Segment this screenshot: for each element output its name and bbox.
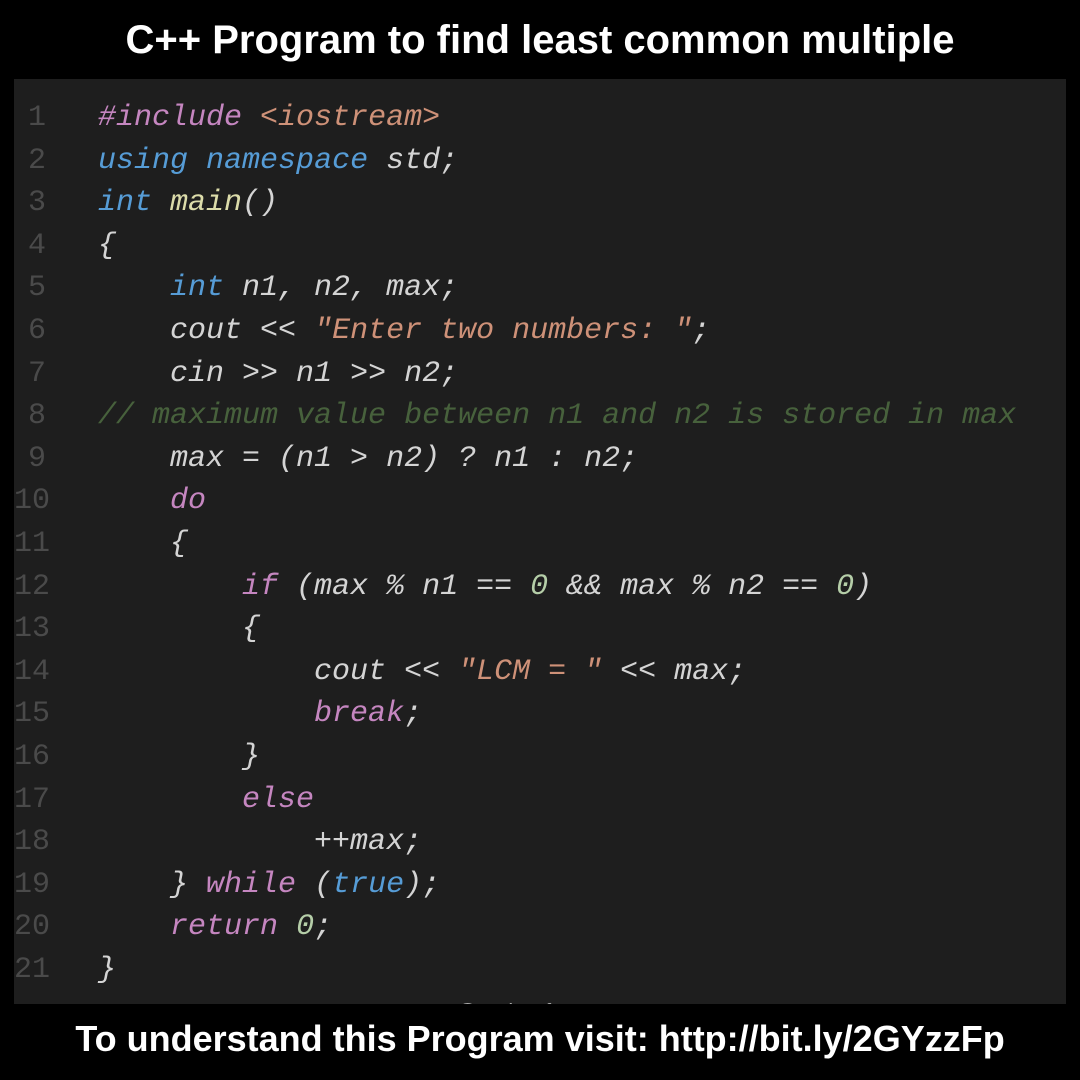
keyword: break bbox=[314, 697, 404, 731]
expression: max = (n1 > n2) ? n1 : n2; bbox=[170, 442, 638, 476]
line-number: 14 bbox=[14, 651, 62, 694]
expression: && max % n2 == bbox=[548, 570, 836, 604]
number: 0 bbox=[530, 570, 548, 604]
code-block: 1 #include <iostream> 2 using namespace … bbox=[14, 79, 1066, 1004]
type: int bbox=[170, 271, 242, 305]
brace: } bbox=[242, 740, 260, 774]
title: C++ Program to find least common multipl… bbox=[0, 0, 1080, 79]
comment: // maximum value between n1 and n2 is st… bbox=[98, 399, 1016, 433]
punct: ( bbox=[314, 868, 332, 902]
preprocessor: #include bbox=[98, 101, 260, 135]
line-number: 8 bbox=[14, 395, 62, 438]
include-path: <iostream> bbox=[260, 101, 440, 135]
expression: ++max; bbox=[314, 825, 422, 859]
operator: << bbox=[404, 655, 458, 689]
line-number: 21 bbox=[14, 949, 62, 992]
line-number: 1 bbox=[14, 97, 62, 140]
punct: ; bbox=[692, 314, 710, 348]
line-number: 16 bbox=[14, 736, 62, 779]
brace: } bbox=[98, 953, 116, 987]
line-number: 7 bbox=[14, 353, 62, 396]
image-card: C++ Program to find least common multipl… bbox=[0, 0, 1080, 1080]
line-number: 15 bbox=[14, 693, 62, 736]
code-line: 8 // maximum value between n1 and n2 is … bbox=[14, 395, 1066, 438]
code-line: 20 return 0; bbox=[14, 906, 1066, 949]
identifiers: n1, n2, max; bbox=[242, 271, 458, 305]
code-line: 17 else bbox=[14, 779, 1066, 822]
expression: >> n1 >> n2; bbox=[242, 357, 458, 391]
line-number: 20 bbox=[14, 906, 62, 949]
line-number: 6 bbox=[14, 310, 62, 353]
code-line: 11 { bbox=[14, 523, 1066, 566]
expression: << max; bbox=[602, 655, 746, 689]
code-line: 13 { bbox=[14, 608, 1066, 651]
identifier: std bbox=[386, 144, 440, 178]
code-line: 2 using namespace std; bbox=[14, 140, 1066, 183]
code-line: 9 max = (n1 > n2) ? n1 : n2; bbox=[14, 438, 1066, 481]
identifier: cout bbox=[314, 655, 404, 689]
identifier: cout bbox=[170, 314, 260, 348]
code-line: 10 do bbox=[14, 480, 1066, 523]
keyword: namespace bbox=[206, 144, 386, 178]
line-number: 19 bbox=[14, 864, 62, 907]
code-line: 18 ++max; bbox=[14, 821, 1066, 864]
number: 0 bbox=[296, 910, 314, 944]
author-handle: @coder_forevers bbox=[14, 991, 1066, 1004]
line-number: 11 bbox=[14, 523, 62, 566]
code-line: 14 cout << "LCM = " << max; bbox=[14, 651, 1066, 694]
code-line: 7 cin >> n1 >> n2; bbox=[14, 353, 1066, 396]
keyword: using bbox=[98, 144, 206, 178]
punct: ); bbox=[404, 868, 440, 902]
line-number: 3 bbox=[14, 182, 62, 225]
code-line: 16 } bbox=[14, 736, 1066, 779]
line-number: 17 bbox=[14, 779, 62, 822]
code-line: 15 break; bbox=[14, 693, 1066, 736]
brace: { bbox=[98, 229, 116, 263]
code-line: 6 cout << "Enter two numbers: "; bbox=[14, 310, 1066, 353]
line-number: 5 bbox=[14, 267, 62, 310]
punct: ; bbox=[404, 697, 422, 731]
code-line: 1 #include <iostream> bbox=[14, 97, 1066, 140]
operator: << bbox=[260, 314, 314, 348]
punct: ; bbox=[314, 910, 332, 944]
number: 0 bbox=[836, 570, 854, 604]
string: "LCM = " bbox=[458, 655, 602, 689]
function: main bbox=[170, 186, 242, 220]
code-line: 19 } while (true); bbox=[14, 864, 1066, 907]
line-number: 2 bbox=[14, 140, 62, 183]
boolean: true bbox=[332, 868, 404, 902]
code-line: 4 { bbox=[14, 225, 1066, 268]
footer-text: To understand this Program visit: http:/… bbox=[0, 1004, 1080, 1080]
line-number: 10 bbox=[14, 480, 62, 523]
string: "Enter two numbers: " bbox=[314, 314, 692, 348]
keyword: return bbox=[170, 910, 296, 944]
line-number: 12 bbox=[14, 566, 62, 609]
code-line: 5 int n1, n2, max; bbox=[14, 267, 1066, 310]
keyword: while bbox=[206, 868, 314, 902]
line-number: 18 bbox=[14, 821, 62, 864]
brace: { bbox=[242, 612, 260, 646]
brace: { bbox=[170, 527, 188, 561]
keyword: if bbox=[242, 570, 296, 604]
punct: () bbox=[242, 186, 278, 220]
line-number: 9 bbox=[14, 438, 62, 481]
code-line: 21 } bbox=[14, 949, 1066, 992]
code-line: 12 if (max % n1 == 0 && max % n2 == 0) bbox=[14, 566, 1066, 609]
keyword: do bbox=[170, 484, 206, 518]
code-line: 3 int main() bbox=[14, 182, 1066, 225]
expression: (max % n1 == bbox=[296, 570, 530, 604]
type: int bbox=[98, 186, 170, 220]
brace: } bbox=[170, 868, 206, 902]
line-number: 13 bbox=[14, 608, 62, 651]
identifier: cin bbox=[170, 357, 242, 391]
punct: ) bbox=[854, 570, 872, 604]
keyword: else bbox=[242, 783, 314, 817]
punct: ; bbox=[440, 144, 458, 178]
line-number: 4 bbox=[14, 225, 62, 268]
